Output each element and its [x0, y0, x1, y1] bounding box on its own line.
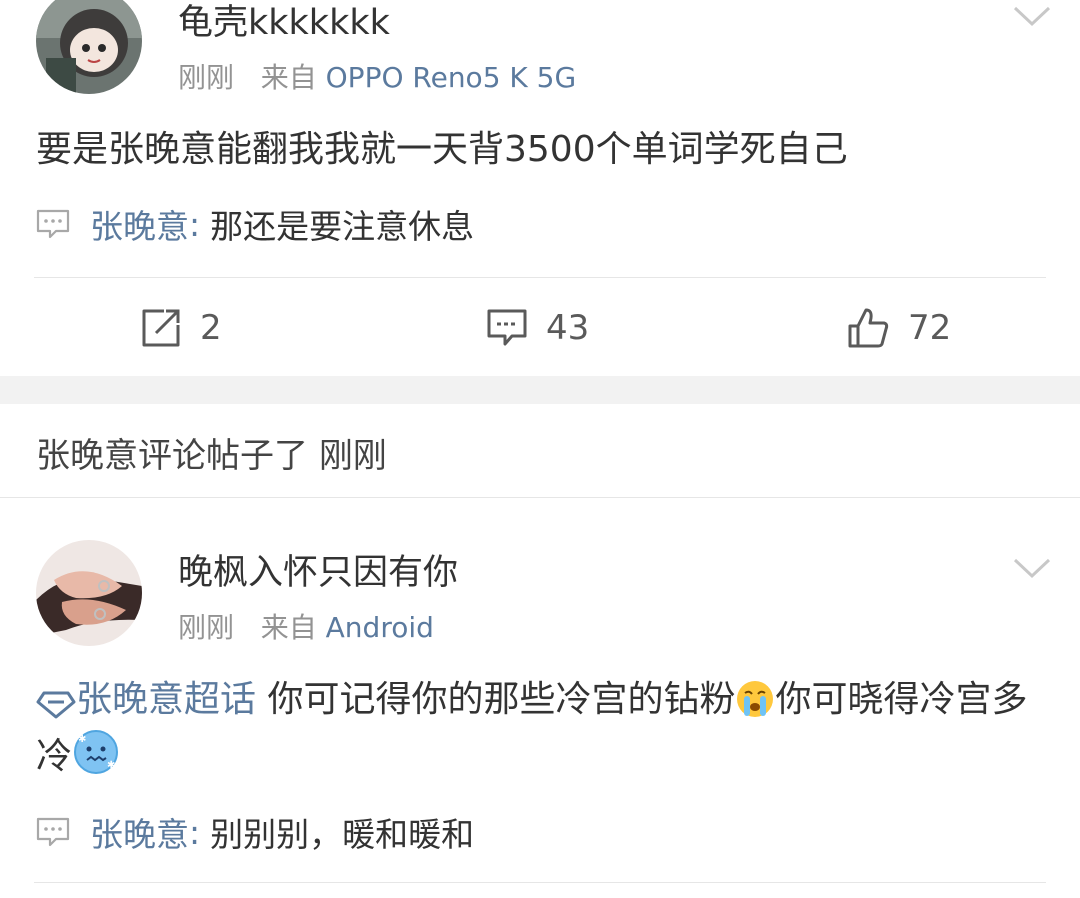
comment-notice: 张晚意评论帖子了 刚刚 — [36, 428, 387, 477]
post-time: 刚刚 — [178, 611, 235, 644]
reply-colon: : — [189, 204, 201, 244]
post-meta: 刚刚 来自 Android — [178, 606, 434, 646]
avatar[interactable] — [36, 0, 142, 94]
weibo-post-2: 晚枫入怀只因有你 刚刚 来自 Android 张晚意超话 你可记得你的那些冷宫的… — [0, 498, 1080, 898]
chevron-down-icon[interactable] — [1012, 556, 1052, 580]
notice-time: 刚刚 — [318, 436, 387, 476]
reply-preview[interactable]: 张晚意: 那还是要注意休息 — [36, 200, 474, 248]
repost-count: 2 — [200, 308, 222, 348]
reply-author[interactable]: 张晚意 — [90, 200, 189, 248]
post-meta: 刚刚 来自 OPPO Reno5 K 5G — [178, 56, 576, 96]
reply-bubble-icon — [36, 209, 70, 239]
reply-author[interactable]: 张晚意 — [90, 808, 189, 856]
reply-text: 那还是要注意休息 — [210, 207, 475, 246]
source-prefix: 来自 — [260, 611, 317, 644]
repost-icon — [142, 309, 180, 347]
avatar[interactable] — [36, 540, 142, 646]
post-content: 要是张晚意能翻我我就一天背3500个单词学死自己 — [36, 129, 848, 170]
reply-text: 别别别，暖和暖和 — [210, 815, 475, 854]
svg-text:✱: ✱ — [78, 734, 86, 745]
like-count: 72 — [908, 308, 952, 348]
repost-button[interactable]: 2 — [140, 304, 222, 352]
comment-count: 43 — [546, 308, 590, 348]
post-source[interactable]: OPPO Reno5 K 5G — [326, 61, 577, 94]
reply-colon: : — [189, 812, 201, 852]
source-prefix: 来自 — [260, 61, 317, 94]
chevron-down-icon[interactable] — [1012, 4, 1052, 28]
reply-bubble-icon — [36, 817, 70, 847]
super-topic-icon — [36, 691, 76, 719]
post-time: 刚刚 — [178, 61, 235, 94]
divider — [34, 277, 1046, 278]
content-part1: 你可记得你的那些冷宫的钻粉 — [267, 679, 736, 720]
reply-preview[interactable]: 张晚意: 别别别，暖和暖和 — [36, 808, 474, 856]
comment-icon — [487, 309, 527, 346]
weibo-post-1: 龟壳kkkkkkk 刚刚 来自 OPPO Reno5 K 5G 要是张晚意能翻我… — [0, 0, 1080, 376]
notice-text: 张晚意评论帖子了 — [36, 436, 308, 476]
like-button[interactable]: 72 — [846, 304, 951, 352]
username[interactable]: 晚枫入怀只因有你 — [178, 544, 458, 595]
crying-emoji-icon — [737, 681, 774, 717]
super-topic-link[interactable]: 张晚意超话 — [36, 679, 256, 720]
svg-text:✱: ✱ — [107, 760, 115, 771]
section-separator — [0, 376, 1080, 404]
post-source[interactable]: Android — [326, 611, 434, 644]
username[interactable]: 龟壳kkkkkkk — [178, 0, 390, 45]
comment-button[interactable]: 43 — [486, 304, 589, 352]
cold-face-emoji-icon: ✱ ✱ — [74, 730, 119, 774]
thumbs-up-icon — [848, 308, 889, 348]
divider — [34, 882, 1046, 883]
post-content: 张晚意超话 你可记得你的那些冷宫的钻粉 你可晓得冷宫多冷 ✱ ✱ — [36, 672, 1046, 785]
super-topic-name: 张晚意超话 — [76, 679, 257, 720]
